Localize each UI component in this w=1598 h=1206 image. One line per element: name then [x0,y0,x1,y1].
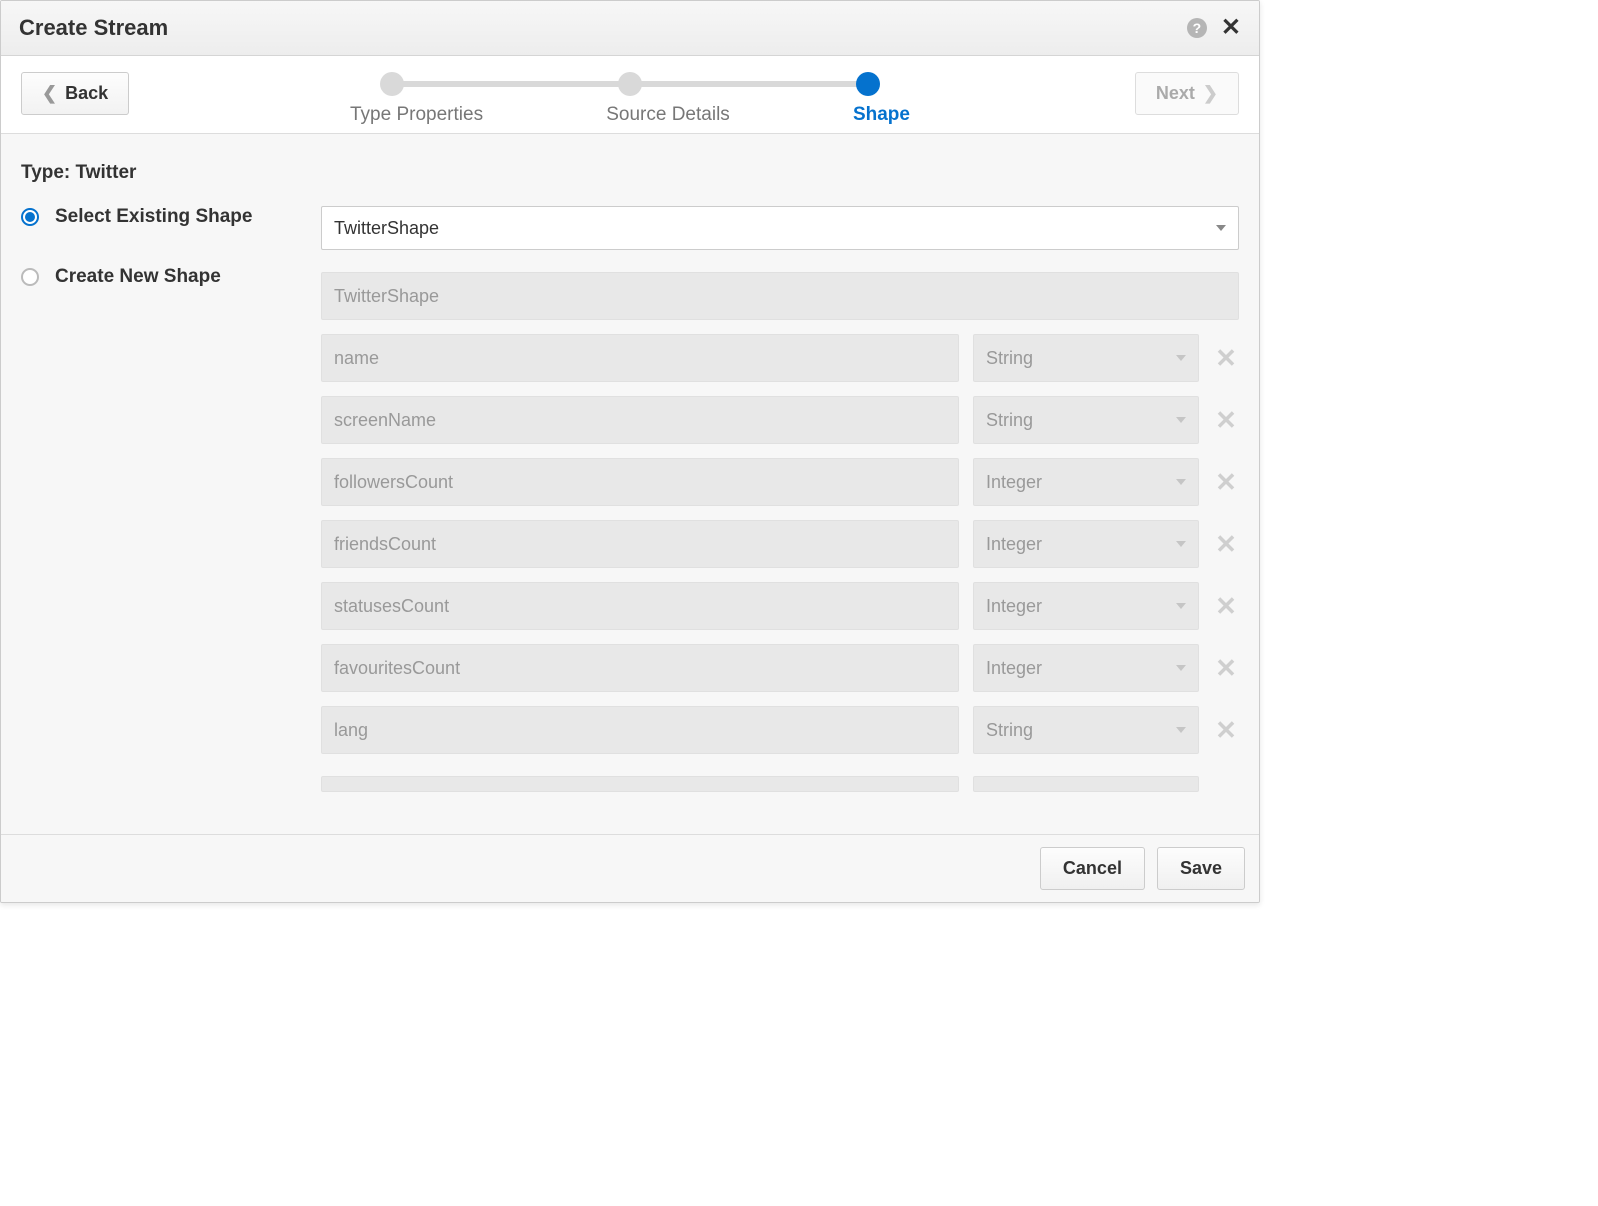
shape-name-input: TwitterShape [321,272,1239,320]
chevron-down-icon [1176,603,1186,609]
field-name-input: friendsCount [321,520,959,568]
shape-form: Select Existing Shape Create New Shape T… [21,206,1247,813]
field-type-select: String [973,396,1199,444]
next-button-label: Next [1156,83,1195,104]
remove-field-icon: ✕ [1213,591,1239,622]
back-button-label: Back [65,83,108,104]
radio-existing[interactable] [21,208,39,226]
field-name-input: followersCount [321,458,959,506]
field-row: screenName String ✕ [321,396,1239,444]
field-type-select [973,776,1199,792]
field-type-select: Integer [973,582,1199,630]
field-row: name String ✕ [321,334,1239,382]
chevron-down-icon [1176,479,1186,485]
step-label-1[interactable]: Type Properties [350,104,483,126]
field-type-value: Integer [986,534,1042,555]
wizard-bar: ❮ Back Type Properties Source Details Sh… [1,56,1259,134]
dialog-body: Type: Twitter Select Existing Shape Crea… [1,134,1259,834]
field-name-input: statusesCount [321,582,959,630]
field-row: lang String ✕ [321,706,1239,754]
field-type-select: String [973,706,1199,754]
remove-field-icon: ✕ [1213,529,1239,560]
field-type-select: Integer [973,458,1199,506]
cancel-button[interactable]: Cancel [1040,847,1145,890]
shape-select[interactable]: TwitterShape [321,206,1239,250]
field-type-value: String [986,348,1033,369]
field-type-select: String [973,334,1199,382]
step-label-2[interactable]: Source Details [606,104,730,126]
field-row: friendsCount Integer ✕ [321,520,1239,568]
chevron-right-icon: ❯ [1203,83,1218,104]
radio-column: Select Existing Shape Create New Shape [21,206,321,813]
field-row: statusesCount Integer ✕ [321,582,1239,630]
remove-field-icon: ✕ [1213,653,1239,684]
close-icon[interactable]: ✕ [1221,16,1241,40]
chevron-down-icon [1216,225,1226,231]
chevron-down-icon [1176,355,1186,361]
shape-select-value: TwitterShape [334,218,439,239]
fields-list: nameString✕screenNameString✕followersCou… [321,334,1239,799]
field-type-value: String [986,720,1033,741]
dialog-header: Create Stream ? ✕ [1,1,1259,56]
field-name-input: name [321,334,959,382]
wizard-stepper: Type Properties Source Details Shape [350,72,910,126]
field-type-value: Integer [986,596,1042,617]
field-row: followersCount Integer ✕ [321,458,1239,506]
radio-existing-label: Select Existing Shape [55,206,252,228]
next-button: Next ❯ [1135,72,1239,115]
shape-config-column: TwitterShape TwitterShape nameString✕scr… [321,206,1247,813]
create-stream-dialog: Create Stream ? ✕ ❮ Back Type Properties… [0,0,1260,903]
dialog-title: Create Stream [19,15,168,41]
field-name-input [321,776,959,792]
step-dot-3[interactable] [856,72,880,96]
type-line: Type: Twitter [21,162,1247,184]
radio-new[interactable] [21,268,39,286]
field-type-select: Integer [973,644,1199,692]
back-button[interactable]: ❮ Back [21,72,129,115]
step-label-3[interactable]: Shape [853,104,910,126]
step-dot-2[interactable] [618,72,642,96]
field-row: ✕ [321,768,1239,799]
chevron-down-icon [1176,727,1186,733]
chevron-down-icon [1176,417,1186,423]
remove-field-icon: ✕ [1213,467,1239,498]
chevron-left-icon: ❮ [42,83,57,104]
radio-new-label: Create New Shape [55,266,221,288]
field-name-input: screenName [321,396,959,444]
help-icon[interactable]: ? [1187,18,1207,38]
radio-row-existing[interactable]: Select Existing Shape [21,206,321,228]
radio-row-new[interactable]: Create New Shape [21,266,321,288]
field-type-value: Integer [986,472,1042,493]
remove-field-icon: ✕ [1213,343,1239,374]
chevron-down-icon [1176,541,1186,547]
remove-field-icon: ✕ [1213,405,1239,436]
step-dot-1[interactable] [380,72,404,96]
field-type-value: Integer [986,658,1042,679]
header-icons: ? ✕ [1187,16,1241,40]
remove-field-icon: ✕ [1213,715,1239,746]
save-button[interactable]: Save [1157,847,1245,890]
dialog-footer: Cancel Save [1,834,1259,902]
field-name-input: lang [321,706,959,754]
field-type-select: Integer [973,520,1199,568]
chevron-down-icon [1176,665,1186,671]
field-type-value: String [986,410,1033,431]
field-row: favouritesCount Integer ✕ [321,644,1239,692]
field-name-input: favouritesCount [321,644,959,692]
